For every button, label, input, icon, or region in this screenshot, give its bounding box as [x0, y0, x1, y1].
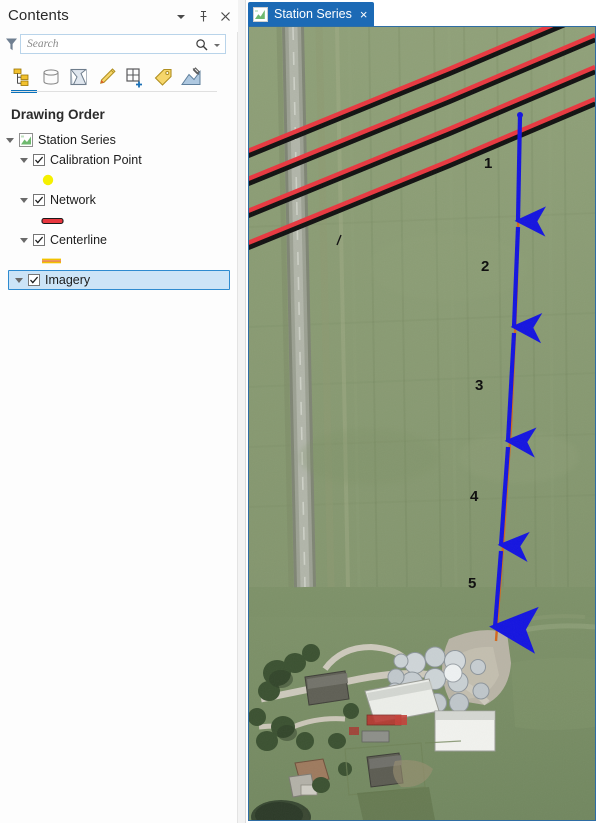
tree-item-station-series[interactable]: Station Series	[0, 130, 238, 150]
arcgis-pro-window: Contents Search Drawing Order Station Se…	[0, 0, 598, 823]
tree-item-imagery[interactable]: Imagery	[8, 270, 230, 290]
toolbar-divider	[11, 91, 217, 92]
panel-title: Contents	[8, 7, 69, 24]
contents-panel-header: Contents	[0, 0, 238, 32]
layer-label: Network	[50, 193, 96, 207]
layer-label: Calibration Point	[50, 153, 142, 167]
map-icon	[253, 6, 268, 22]
layer-visibility-checkbox[interactable]	[33, 194, 45, 206]
aerial-imagery	[249, 27, 595, 820]
expander-icon[interactable]	[15, 276, 24, 285]
expander-icon[interactable]	[20, 156, 29, 165]
layer-label: Imagery	[45, 273, 91, 287]
pin-icon[interactable]	[197, 10, 210, 23]
symbol-row-network	[0, 210, 238, 230]
tree-item-network[interactable]: Network	[0, 190, 238, 210]
list-by-labeling-icon[interactable]	[151, 65, 175, 89]
tab-label: Station Series	[274, 7, 352, 21]
search-row: Search	[0, 32, 238, 58]
layer-visibility-checkbox[interactable]	[33, 234, 45, 246]
map-icon	[19, 133, 33, 147]
list-by-snapping-grid-icon[interactable]	[123, 65, 147, 89]
tree-item-centerline[interactable]: Centerline	[0, 230, 238, 250]
list-by-data-source-icon[interactable]	[39, 65, 63, 89]
station-label-3: 3	[475, 377, 484, 394]
layer-label: Centerline	[50, 233, 107, 247]
expander-icon[interactable]	[20, 196, 29, 205]
station-label-4: 4	[470, 488, 479, 505]
filter-icon[interactable]	[5, 37, 18, 57]
close-icon[interactable]	[219, 10, 232, 23]
map-canvas[interactable]: 1 2 3 4 5	[248, 26, 596, 821]
layer-visibility-checkbox[interactable]	[28, 274, 40, 286]
station-label-1: 1	[484, 155, 493, 172]
tab-station-series[interactable]: Station Series ×	[248, 2, 375, 26]
menu-caret-icon[interactable]	[175, 10, 188, 23]
station-label-5: 5	[468, 575, 477, 592]
list-by-charts-icon[interactable]	[179, 65, 203, 89]
red-line-symbol	[41, 213, 65, 231]
search-placeholder: Search	[27, 38, 59, 50]
contents-panel: Contents Search Drawing Order Station Se…	[0, 0, 238, 823]
station-label-2: 2	[481, 258, 490, 275]
tree-item-calibration-point[interactable]: Calibration Point	[0, 150, 238, 170]
drawing-order-label: Drawing Order	[11, 107, 105, 122]
search-icon[interactable]	[195, 38, 209, 57]
imagery-noise	[249, 27, 595, 820]
search-input[interactable]: Search	[20, 34, 226, 54]
map-tab-bar: Station Series ×	[246, 0, 598, 26]
search-dropdown-caret-icon[interactable]	[214, 44, 220, 47]
list-by-editing-icon[interactable]	[95, 65, 119, 89]
panel-splitter[interactable]	[238, 0, 246, 823]
expander-icon[interactable]	[6, 136, 15, 145]
yellow-striped-line-symbol	[41, 253, 63, 271]
list-by-drawing-order-icon[interactable]	[11, 65, 35, 89]
tree-item-label: Station Series	[38, 133, 116, 147]
layer-visibility-checkbox[interactable]	[33, 154, 45, 166]
expander-icon[interactable]	[20, 236, 29, 245]
contents-toolbar	[0, 62, 238, 92]
layer-tree: Station Series Calibration Point Network…	[0, 130, 238, 290]
symbol-row-centerline	[0, 250, 238, 270]
symbol-row-calibration-point	[0, 170, 238, 190]
list-by-selection-icon[interactable]	[67, 65, 91, 89]
tab-close-icon[interactable]: ×	[360, 8, 368, 21]
panel-header-buttons	[175, 10, 232, 23]
map-view: Station Series × 1 2 3 4 5	[246, 0, 598, 823]
